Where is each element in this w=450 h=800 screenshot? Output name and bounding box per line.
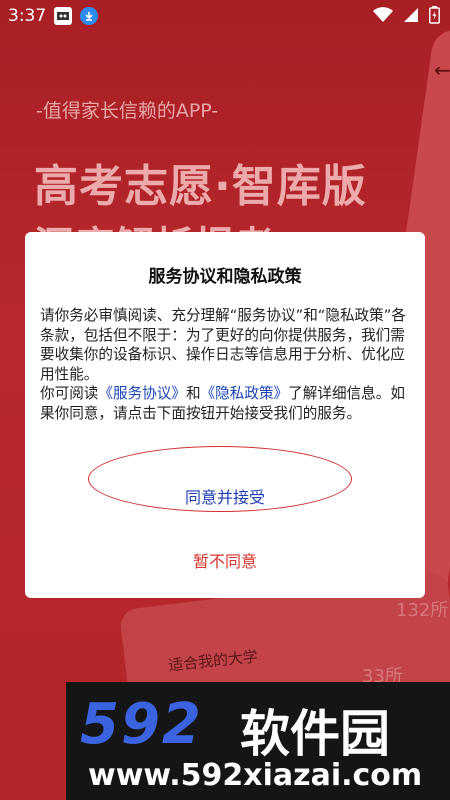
status-time: 3:37 xyxy=(8,6,47,26)
app-notification-icon xyxy=(54,7,73,25)
watermark-name: 软件园 xyxy=(240,705,390,763)
card-count: 132所 xyxy=(396,600,449,621)
agree-button[interactable]: 同意并接受 xyxy=(25,484,425,508)
watermark-logo: 592 xyxy=(80,692,203,757)
privacy-dialog: 服务协议和隐私政策 请你务必审慎阅读、充分理解“服务协议”和“隐私政策”各条款，… xyxy=(25,232,425,598)
dialog-title: 服务协议和隐私政策 xyxy=(148,267,302,287)
headline: 高考志愿·智库版 xyxy=(34,161,367,212)
disagree-button[interactable]: 暂不同意 xyxy=(25,548,425,572)
service-agreement-link[interactable]: 《服务协议》 xyxy=(98,385,186,402)
dialog-text-and: 和 xyxy=(185,385,201,403)
download-icon xyxy=(80,7,99,25)
dialog-body: 请你务必审慎阅读、充分理解“服务协议”和“隐私政策”各条款，包括但不限于：为了更… xyxy=(40,306,414,424)
watermark-url: www.592xiazai.com xyxy=(88,758,423,793)
status-bar: 3:37 xyxy=(0,0,450,32)
battery-icon xyxy=(429,6,440,29)
privacy-policy-link[interactable]: 《隐私政策》 xyxy=(201,385,289,402)
dialog-paragraph-1: 请你务必审慎阅读、充分理解“服务协议”和“隐私政策”各条款，包括但不限于：为了更… xyxy=(40,307,406,383)
tagline: -值得家长信赖的APP- xyxy=(36,100,219,122)
signal-icon xyxy=(403,7,419,28)
back-arrow-icon: ← xyxy=(434,58,450,82)
wifi-icon xyxy=(373,7,393,28)
dialog-text-prefix: 你可阅读 xyxy=(40,385,99,403)
